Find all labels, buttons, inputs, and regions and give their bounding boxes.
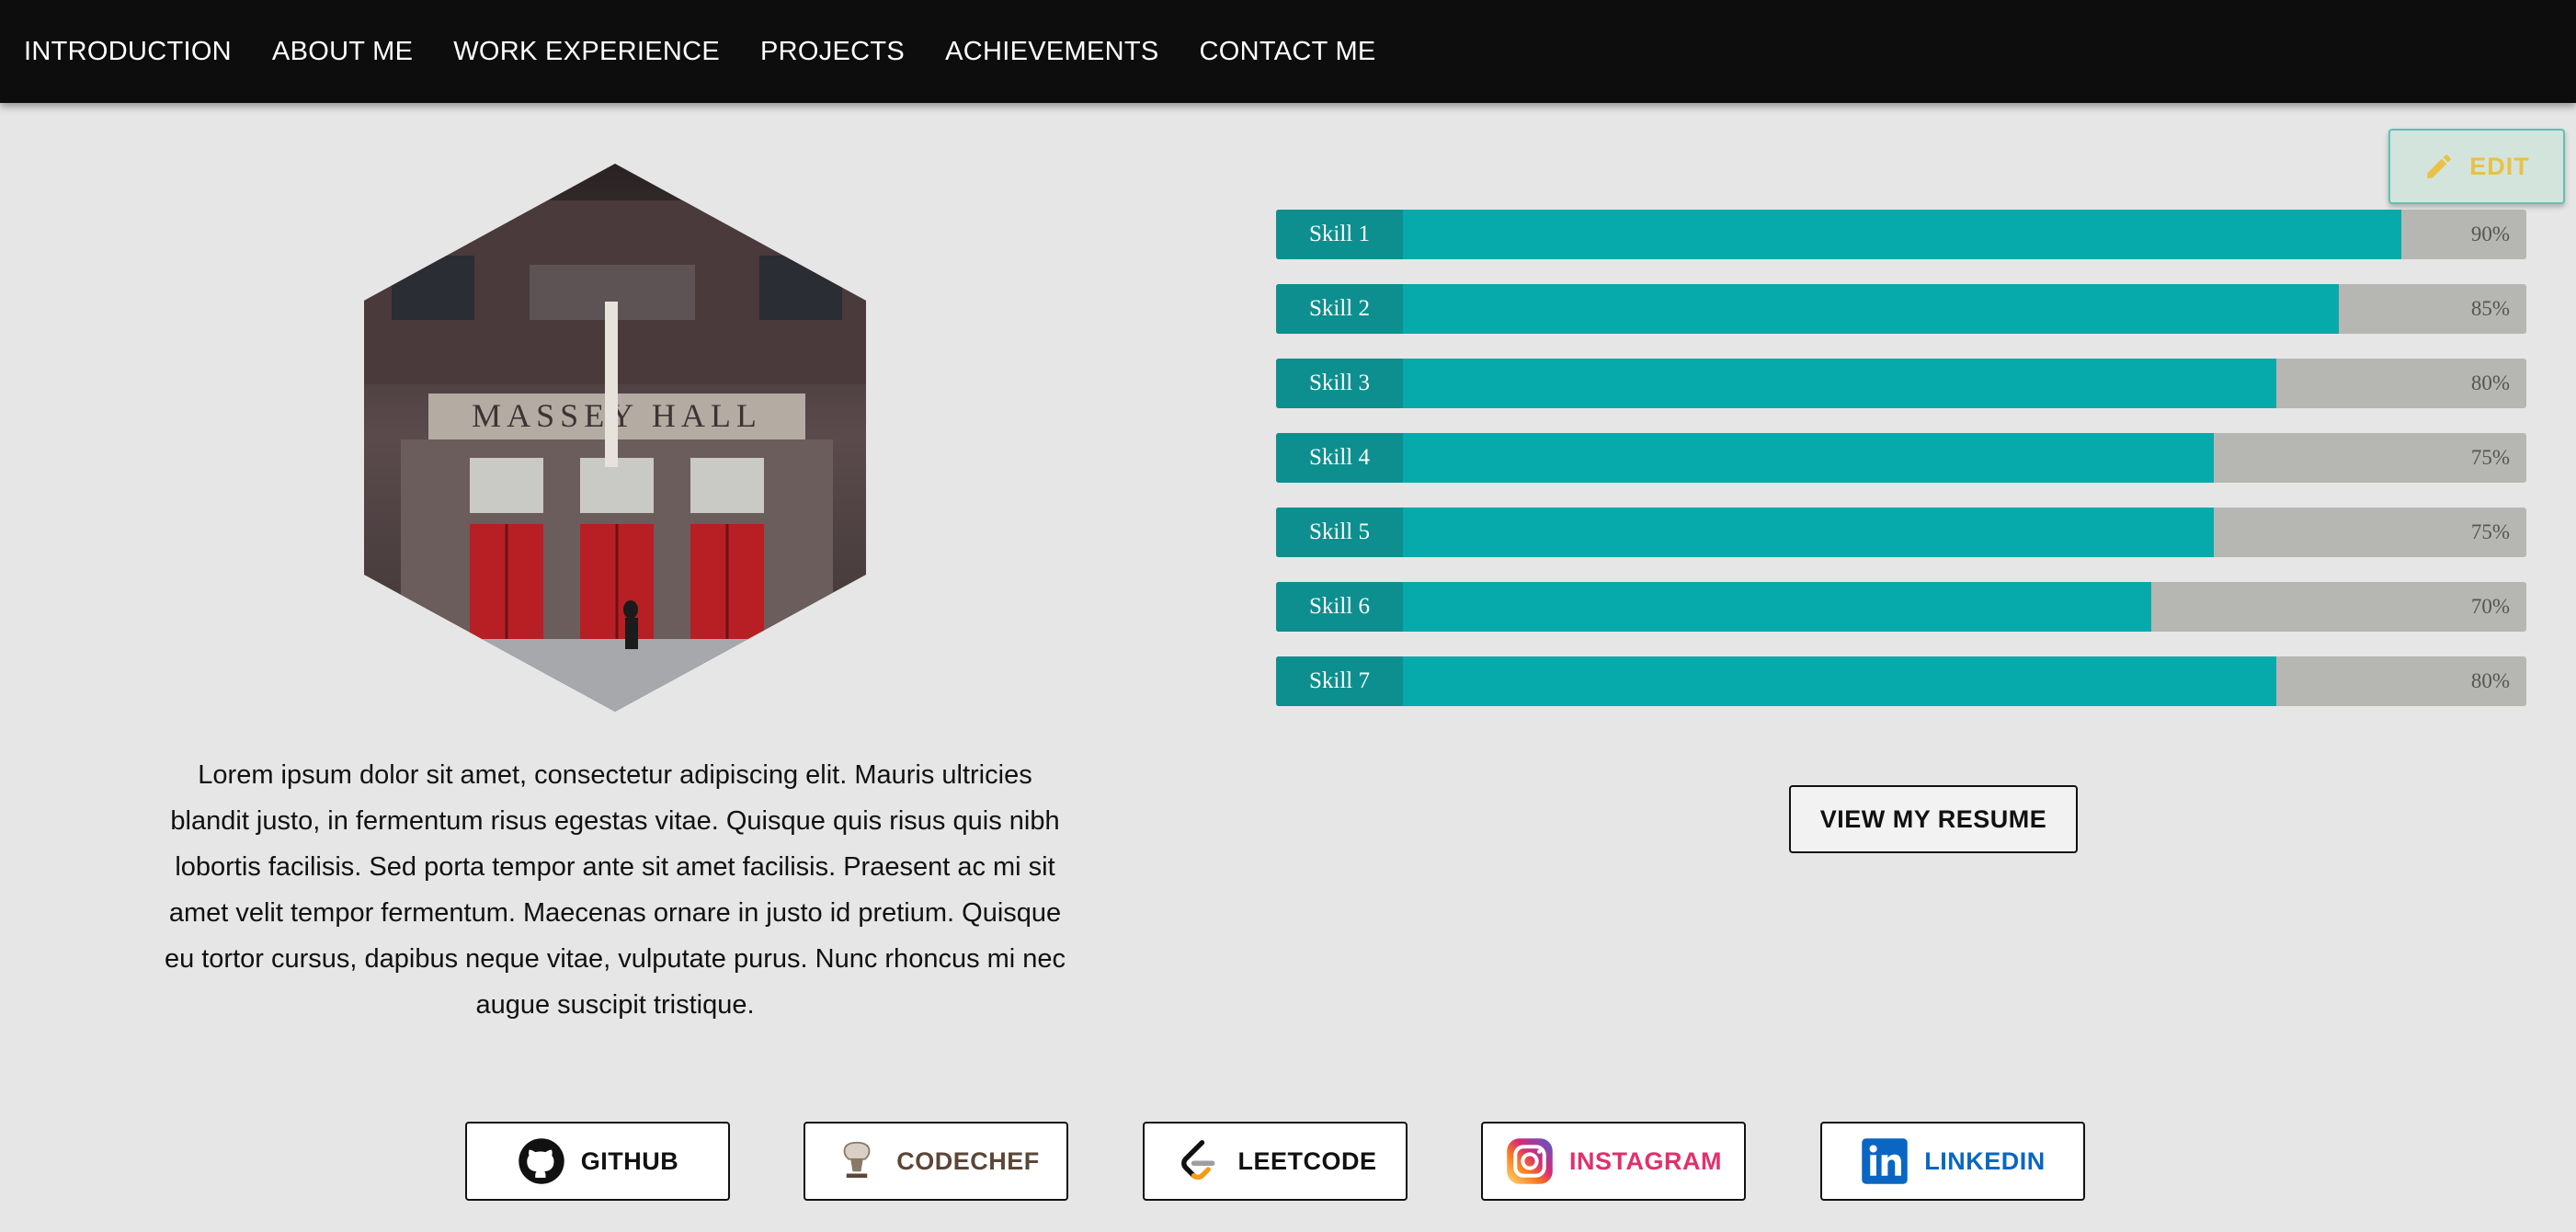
codechef-icon (843, 1141, 871, 1178)
profile-photo: MASSEY HALL (364, 164, 866, 712)
codechef-label: CODECHEF (896, 1146, 1040, 1175)
skill-bar: Skill 5 75% (1276, 508, 2526, 557)
nav-item-work-experience[interactable]: WORK EXPERIENCE (453, 37, 720, 67)
linkedin-icon (1862, 1138, 1908, 1184)
edit-button-label: EDIT (2469, 152, 2530, 180)
building-photo: MASSEY HALL (364, 164, 866, 712)
nav-item-introduction[interactable]: INTRODUCTION (24, 37, 232, 67)
skill-percent: 80% (2470, 669, 2510, 692)
edit-button[interactable]: EDIT (2388, 129, 2565, 204)
skill-bar: Skill 7 80% (1276, 656, 2526, 706)
skill-bar: Skill 3 80% (1276, 359, 2526, 408)
skill-bar-fill (1276, 508, 2214, 557)
skills-list: Skill 1 90% Skill 2 85% Skill 3 80% Skill 4 75%… (1276, 210, 2526, 731)
instagram-icon (1507, 1138, 1553, 1184)
skill-bar-fill (1276, 210, 2401, 259)
skill-label: Skill 1 (1276, 210, 1403, 259)
skill-bar: Skill 6 70% (1276, 582, 2526, 632)
instagram-button[interactable]: INSTAGRAM (1481, 1122, 1746, 1201)
skill-percent: 85% (2470, 297, 2510, 320)
codechef-button[interactable]: CODECHEF (804, 1122, 1068, 1201)
linkedin-button[interactable]: LINKEDIN (1820, 1122, 2085, 1201)
pencil-icon (2427, 154, 2451, 178)
skill-percent: 75% (2470, 520, 2510, 543)
skill-label: Skill 4 (1276, 433, 1403, 483)
nav-item-about-me[interactable]: ABOUT ME (272, 37, 413, 67)
linkedin-label: LINKEDIN (1924, 1146, 2046, 1175)
skill-bar: Skill 2 85% (1276, 284, 2526, 334)
top-navbar: INTRODUCTION ABOUT ME WORK EXPERIENCE PR… (0, 0, 2576, 103)
skill-bar-fill (1276, 656, 2276, 706)
github-button[interactable]: GITHUB (465, 1122, 730, 1201)
instagram-label: INSTAGRAM (1569, 1146, 1722, 1175)
nav-item-projects[interactable]: PROJECTS (760, 37, 905, 67)
view-resume-button[interactable]: VIEW MY RESUME (1789, 785, 2078, 853)
leetcode-label: LEETCODE (1237, 1146, 1377, 1175)
skill-label: Skill 2 (1276, 284, 1403, 334)
skill-bar-fill (1276, 582, 2151, 632)
skill-bar-fill (1276, 433, 2214, 483)
github-icon (519, 1138, 564, 1184)
skill-percent: 75% (2470, 446, 2510, 469)
skill-bar-fill (1276, 359, 2276, 408)
skill-percent: 90% (2470, 222, 2510, 245)
skill-label: Skill 6 (1276, 582, 1403, 632)
skill-bar: Skill 1 90% (1276, 210, 2526, 259)
leetcode-button[interactable]: LEETCODE (1143, 1122, 1408, 1201)
nav-item-contact-me[interactable]: CONTACT ME (1200, 37, 1376, 67)
skill-percent: 80% (2470, 371, 2510, 394)
skill-label: Skill 5 (1276, 508, 1403, 557)
about-paragraph: Lorem ipsum dolor sit amet, consectetur … (164, 760, 1066, 1020)
nav-item-achievements[interactable]: ACHIEVEMENTS (945, 37, 1158, 67)
github-label: GITHUB (580, 1146, 679, 1175)
skill-bar-fill (1276, 284, 2339, 334)
skill-bar: Skill 4 75% (1276, 433, 2526, 483)
leetcode-icon (1181, 1140, 1215, 1181)
skill-percent: 70% (2470, 595, 2510, 618)
skill-label: Skill 7 (1276, 656, 1403, 706)
skill-label: Skill 3 (1276, 359, 1403, 408)
